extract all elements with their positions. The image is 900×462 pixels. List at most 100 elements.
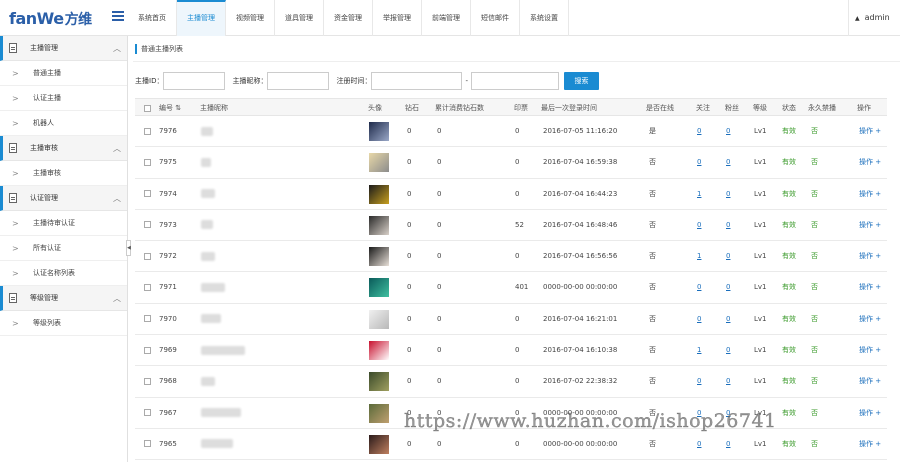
row-operation-button[interactable]: 操作 + (859, 210, 881, 241)
fans-link[interactable]: 0 (726, 179, 730, 210)
cell-diamonds: 0 (407, 220, 412, 229)
fans-link[interactable]: 0 (726, 241, 730, 272)
sidebar-item-verified-anchor[interactable]: > 认证主播 (0, 86, 127, 111)
row-operation-button[interactable]: 操作 + (859, 116, 881, 147)
cell-nick-redacted (201, 179, 215, 210)
cell-acc-diamonds: 0 (437, 314, 442, 323)
cell-online: 否 (649, 189, 656, 198)
fans-link[interactable]: 0 (726, 304, 730, 335)
follow-link[interactable]: 0 (697, 210, 701, 241)
row-operation-button[interactable]: 操作 + (859, 304, 881, 335)
row-operation-button[interactable]: 操作 + (859, 335, 881, 366)
sidebar-collapse-handle[interactable]: ◀ (126, 240, 131, 256)
fans-link[interactable]: 0 (726, 210, 730, 241)
sidebar-group-auth[interactable]: 认证管理 ︿ (0, 186, 127, 211)
follow-link[interactable]: 0 (697, 429, 701, 460)
avatar (369, 122, 389, 141)
sidebar-item-pending-auth[interactable]: > 主播待审认证 (0, 211, 127, 236)
follow-link[interactable]: 0 (697, 147, 701, 178)
row-operation-button[interactable]: 操作 + (859, 398, 881, 429)
row-operation-button[interactable]: 操作 + (859, 241, 881, 272)
nav-item-report[interactable]: 举报管理 (373, 0, 422, 36)
perm-ban-value: 否 (811, 158, 818, 167)
sidebar-item-level-list[interactable]: > 等级列表 (0, 311, 127, 336)
sidebar-item-all-auth[interactable]: > 所有认证 (0, 236, 127, 261)
cell-diamonds: 0 (407, 252, 412, 261)
chevron-right-icon: > (12, 269, 19, 278)
search-button[interactable]: 搜索 (564, 72, 599, 90)
row-checkbox[interactable] (144, 429, 151, 460)
perm-ban-value: 否 (811, 220, 818, 229)
cell-online: 否 (649, 346, 656, 355)
fans-link[interactable]: 0 (726, 366, 730, 397)
row-checkbox[interactable] (144, 366, 151, 397)
nav-item-anchor[interactable]: 主播管理 (177, 0, 226, 36)
nav-item-video[interactable]: 视频管理 (226, 0, 275, 36)
col-follow: 关注 (696, 104, 710, 112)
main-content: 普通主播列表 主播ID： 主播昵称： 注册时间： - 搜索 编号 ⇅ 主播昵称 … (133, 36, 900, 462)
row-checkbox[interactable] (144, 398, 151, 429)
avatar (369, 434, 389, 454)
col-id[interactable]: 编号 ⇅ (159, 99, 181, 117)
row-checkbox[interactable] (144, 116, 151, 147)
fans-link[interactable]: 0 (726, 272, 730, 303)
sidebar-item-robot[interactable]: > 机器人 (0, 111, 127, 136)
status-badge: 有效 (782, 314, 796, 323)
cell-diamonds: 0 (407, 283, 412, 292)
cell-nick-redacted (201, 429, 233, 460)
row-checkbox[interactable] (144, 147, 151, 178)
nav-item-settings[interactable]: 系统设置 (520, 0, 569, 36)
app-logo[interactable]: fanWe方维 (9, 9, 92, 29)
sidebar-group-level[interactable]: 等级管理 ︿ (0, 286, 127, 311)
sidebar-group-review[interactable]: 主播审核 ︿ (0, 136, 127, 161)
document-icon (9, 293, 17, 303)
row-operation-button[interactable]: 操作 + (859, 366, 881, 397)
fans-link[interactable]: 0 (726, 335, 730, 366)
cell-acc-diamonds: 0 (437, 439, 442, 448)
row-checkbox[interactable] (144, 210, 151, 241)
nav-item-sms[interactable]: 短信邮件 (471, 0, 520, 36)
chevron-right-icon: > (12, 219, 19, 228)
follow-link[interactable]: 0 (697, 304, 701, 335)
cell-acc-diamonds: 0 (437, 252, 442, 261)
anchor-id-input[interactable] (163, 72, 226, 90)
nav-item-home[interactable]: 系统首页 (128, 0, 177, 36)
row-checkbox[interactable] (144, 335, 151, 366)
row-checkbox[interactable] (144, 304, 151, 335)
row-operation-button[interactable]: 操作 + (859, 147, 881, 178)
follow-link[interactable]: 1 (697, 179, 701, 210)
row-checkbox[interactable] (144, 272, 151, 303)
follow-link[interactable]: 0 (697, 272, 701, 303)
user-menu[interactable]: ▲ admin (848, 0, 900, 36)
follow-link[interactable]: 0 (697, 116, 701, 147)
sidebar-item-review[interactable]: > 主播审核 (0, 161, 127, 186)
sidebar-item-auth-names[interactable]: > 认证名称列表 (0, 261, 127, 286)
nav-item-props[interactable]: 道具管理 (275, 0, 324, 36)
row-operation-button[interactable]: 操作 + (859, 179, 881, 210)
row-checkbox[interactable] (144, 241, 151, 272)
menu-toggle-icon[interactable] (112, 11, 124, 21)
row-operation-button[interactable]: 操作 + (859, 429, 881, 460)
reg-time-start-input[interactable] (371, 72, 463, 90)
caret-up-icon: ▲ (855, 15, 860, 22)
sidebar-item-normal-anchor[interactable]: > 普通主播 (0, 61, 127, 86)
cell-ticket: 52 (515, 220, 524, 229)
row-operation-button[interactable]: 操作 + (859, 272, 881, 303)
follow-link[interactable]: 1 (697, 335, 701, 366)
reg-time-end-input[interactable] (471, 72, 559, 90)
anchor-nick-input[interactable] (267, 72, 330, 90)
fans-link[interactable]: 0 (726, 429, 730, 460)
sidebar-group-anchor[interactable]: 主播管理 ︿ (0, 36, 127, 61)
follow-link[interactable]: 1 (697, 241, 701, 272)
sidebar-item-label: 普通主播 (33, 69, 61, 77)
follow-link[interactable]: 0 (697, 366, 701, 397)
cell-online: 否 (649, 283, 656, 292)
perm-ban-value: 否 (811, 127, 818, 135)
chevron-right-icon: > (12, 94, 19, 103)
fans-link[interactable]: 0 (726, 116, 730, 147)
nav-item-funds[interactable]: 资金管理 (324, 0, 373, 36)
nav-item-frontend[interactable]: 前端管理 (422, 0, 471, 36)
row-checkbox[interactable] (144, 179, 151, 210)
fans-link[interactable]: 0 (726, 147, 730, 178)
select-all-checkbox[interactable] (144, 99, 151, 117)
